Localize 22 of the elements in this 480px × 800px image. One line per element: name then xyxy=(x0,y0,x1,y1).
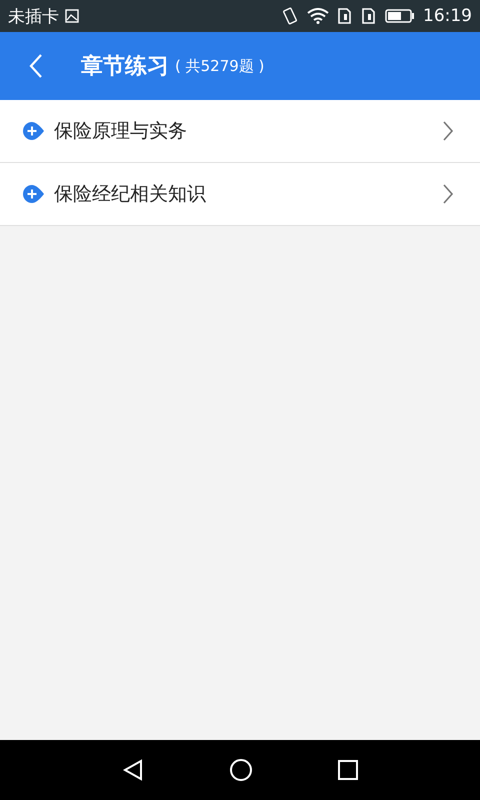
back-icon[interactable] xyxy=(28,53,44,79)
question-count: ( 共5279题 ) xyxy=(175,56,264,76)
back-triangle-icon[interactable] xyxy=(121,758,145,782)
wifi-icon xyxy=(307,8,329,24)
vibrate-icon xyxy=(281,7,299,25)
recents-square-icon[interactable] xyxy=(337,759,359,781)
chapter-item[interactable]: 保险原理与实务 xyxy=(0,100,480,163)
carrier-text: 未插卡 xyxy=(8,6,59,28)
plus-icon xyxy=(22,121,46,141)
chapter-label: 保险经纪相关知识 xyxy=(54,182,207,207)
image-icon xyxy=(65,9,79,23)
home-circle-icon[interactable] xyxy=(229,758,253,782)
chapter-item[interactable]: 保险经纪相关知识 xyxy=(0,163,480,226)
page-title: 章节练习 xyxy=(81,53,169,81)
chevron-right-icon xyxy=(442,183,454,205)
chevron-right-icon xyxy=(442,120,454,142)
sim-card-icon xyxy=(361,8,377,24)
clock-text: 16:19 xyxy=(423,6,472,26)
sim-card-icon xyxy=(337,8,353,24)
plus-icon xyxy=(22,184,46,204)
chapter-label: 保险原理与实务 xyxy=(54,119,188,144)
battery-icon xyxy=(385,9,415,23)
